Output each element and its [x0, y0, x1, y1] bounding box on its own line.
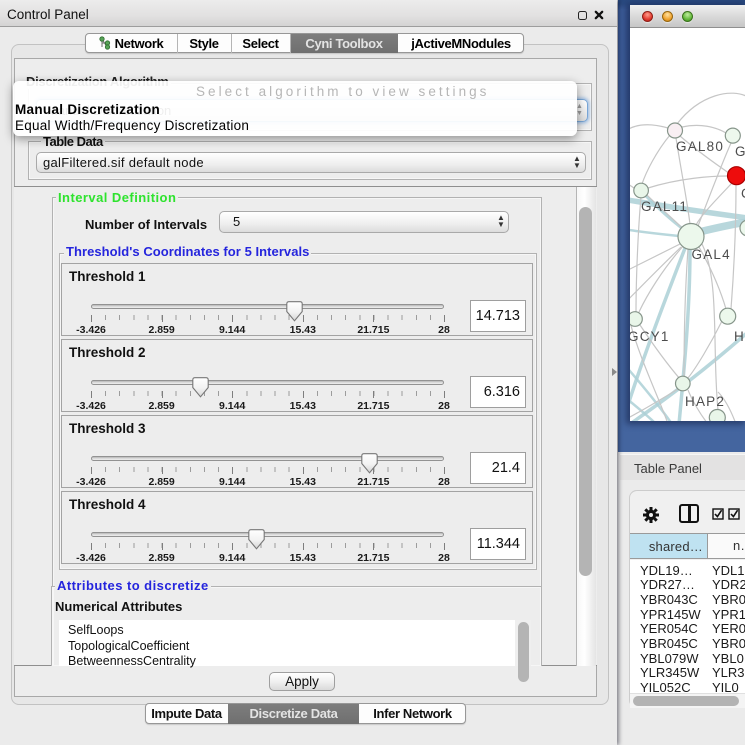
svg-text:GAL11: GAL11	[641, 199, 688, 214]
svg-text:GCY1: GCY1	[630, 329, 670, 344]
svg-text:GAL80: GAL80	[676, 139, 724, 154]
svg-text:C: C	[741, 186, 745, 201]
svg-text:GAL4: GAL4	[692, 247, 731, 262]
svg-text:HAP2: HAP2	[685, 394, 725, 409]
svg-text:G: G	[735, 144, 745, 159]
svg-text:H: H	[734, 329, 745, 344]
